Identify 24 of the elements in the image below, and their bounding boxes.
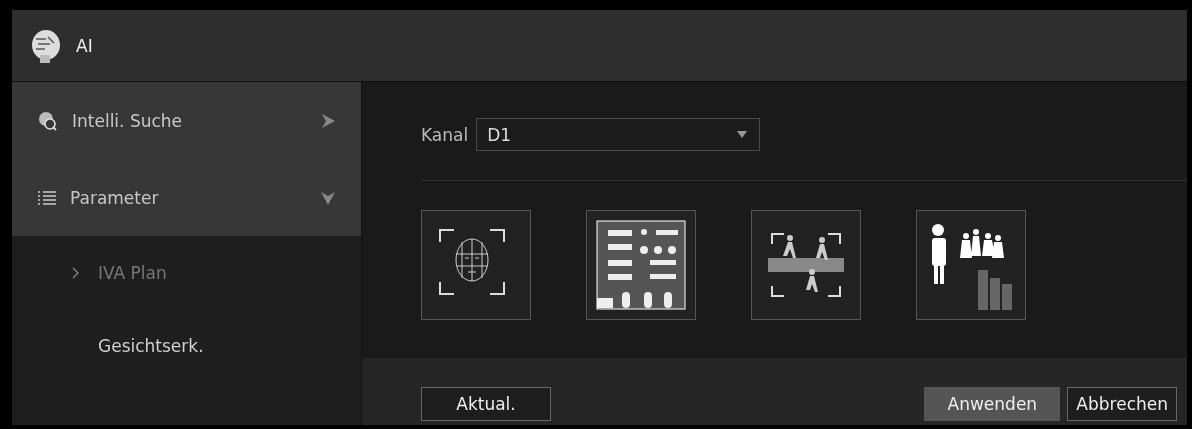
dropdown-value: D1: [487, 124, 512, 145]
sidebar-item-label: Gesichtserk.: [98, 335, 204, 356]
channel-label: Kanal: [421, 124, 469, 145]
channel-dropdown[interactable]: D1: [476, 118, 761, 151]
sidebar-item[interactable]: Gesichtserk.: [12, 309, 361, 382]
sidebar-item-label: Intelli. Suche: [72, 110, 184, 131]
function-tile[interactable]: [421, 210, 531, 320]
menu-icon: [38, 189, 56, 206]
sidebar-item-label: IVA Plan: [98, 262, 167, 283]
function-tile[interactable]: [586, 210, 696, 320]
search-icon: [38, 110, 58, 131]
sidebar-item[interactable]: Intelli. Suche: [12, 82, 361, 159]
apply-button[interactable]: Anwenden: [924, 386, 1061, 421]
sidebar-item-label: Parameter: [70, 187, 160, 208]
refresh-button[interactable]: Aktual.: [421, 386, 551, 421]
caret-icon: [72, 266, 80, 279]
sidebar-item[interactable]: Parameter: [12, 159, 361, 236]
function-tile[interactable]: [751, 210, 861, 320]
window-title: AI: [76, 35, 93, 56]
room-layout-icon: [596, 220, 686, 310]
head-icon: [30, 28, 62, 63]
function-tile[interactable]: [916, 210, 1026, 320]
cancel-button[interactable]: Abbrechen: [1067, 386, 1177, 421]
dropdown-arrow-icon: [737, 131, 748, 138]
